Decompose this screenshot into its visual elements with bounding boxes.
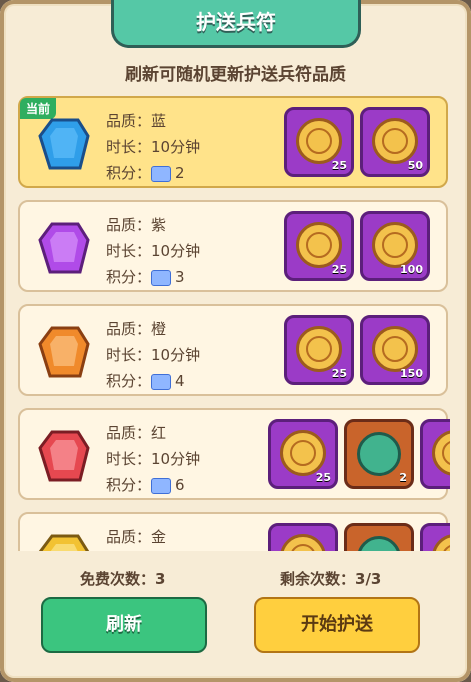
token-card[interactable]: 品质：金 xyxy=(18,512,450,551)
score-value: 6 xyxy=(175,476,185,494)
quality-value: 橙 xyxy=(151,320,167,338)
duration-label: 时长： xyxy=(106,242,152,260)
quality-label: 品质： xyxy=(106,528,152,546)
reward-count: 25 xyxy=(331,159,347,172)
reward-slot[interactable] xyxy=(420,419,450,489)
duration-value: 10分钟 xyxy=(151,242,201,260)
reward-slot[interactable]: 25 xyxy=(284,315,354,385)
start-escort-button[interactable]: 开始护送 xyxy=(254,597,420,653)
title-ribbon: 护送兵符 xyxy=(111,0,361,48)
duration-label: 时长： xyxy=(106,346,152,364)
reward-count: 100 xyxy=(400,263,423,276)
subtitle: 刷新可随机更新护送兵符品质 xyxy=(125,65,346,85)
ticket-icon xyxy=(151,165,172,182)
token-card[interactable]: 品质：红 时长：10分钟 积分： 6 25 2 xyxy=(18,408,450,500)
quality-value: 紫 xyxy=(151,216,167,234)
free-count-label: 免费次数： xyxy=(80,570,156,588)
token-info: 品质：蓝 时长：10分钟 积分： 2 xyxy=(106,108,200,186)
free-count: 免费次数：3 xyxy=(80,568,165,589)
reward-slot[interactable] xyxy=(268,523,338,551)
current-badge: 当前 xyxy=(20,98,57,119)
token-info: 品质：橙 时长：10分钟 积分： 4 xyxy=(106,316,200,394)
reward-row: 25 150 xyxy=(284,315,432,387)
token-card[interactable]: 当前 品质：蓝 时长：10分钟 积分： 2 25 50 xyxy=(18,96,448,188)
reward-row: 25 100 xyxy=(284,211,432,283)
gem-icon xyxy=(38,118,90,170)
token-info: 品质：金 xyxy=(106,524,166,550)
dragon-coin-icon xyxy=(280,430,326,476)
jade-token-icon xyxy=(357,536,401,551)
token-list[interactable]: 当前 品质：蓝 时长：10分钟 积分： 2 25 50 品质：紫 时长：10分钟… xyxy=(18,96,450,551)
gem-icon xyxy=(38,326,90,378)
duration-label: 时长： xyxy=(106,450,152,468)
reward-slot[interactable]: 150 xyxy=(360,315,430,385)
gold-coin-icon xyxy=(372,222,418,268)
ticket-icon xyxy=(151,269,172,286)
quality-value: 金 xyxy=(151,528,167,546)
score-label: 积分： xyxy=(106,268,152,286)
gem-icon xyxy=(38,430,90,482)
reward-slot[interactable] xyxy=(420,523,450,551)
duration-value: 10分钟 xyxy=(151,450,201,468)
quality-label: 品质： xyxy=(106,320,152,338)
dragon-coin-icon xyxy=(296,118,342,164)
reward-count: 25 xyxy=(331,263,347,276)
duration-label: 时长： xyxy=(106,138,152,156)
reward-slot[interactable]: 100 xyxy=(360,211,430,281)
score-label: 积分： xyxy=(106,164,152,182)
refresh-button[interactable]: 刷新 xyxy=(41,597,207,653)
dragon-coin-icon xyxy=(432,430,450,476)
escort-panel: 护送兵符 刷新可随机更新护送兵符品质 当前 品质：蓝 时长：10分钟 积分： 2 … xyxy=(0,0,471,682)
reward-row: 25 2 xyxy=(268,419,450,491)
reward-row xyxy=(268,523,450,551)
reward-count: 150 xyxy=(400,367,423,380)
reward-slot[interactable]: 2 xyxy=(344,419,414,489)
token-info: 品质：红 时长：10分钟 积分： 6 xyxy=(106,420,200,498)
page-title: 护送兵符 xyxy=(196,10,276,34)
score-label: 积分： xyxy=(106,476,152,494)
score-value: 3 xyxy=(175,268,185,286)
reward-slot[interactable]: 25 xyxy=(268,419,338,489)
reward-count: 25 xyxy=(331,367,347,380)
quality-label: 品质： xyxy=(106,424,152,442)
dragon-coin-icon xyxy=(280,534,326,551)
gold-coin-icon xyxy=(372,118,418,164)
reward-slot[interactable]: 50 xyxy=(360,107,430,177)
score-value: 4 xyxy=(175,372,185,390)
score-value: 2 xyxy=(175,164,185,182)
quality-label: 品质： xyxy=(106,112,152,130)
ticket-icon xyxy=(151,373,172,390)
reward-slot[interactable]: 25 xyxy=(284,107,354,177)
jade-token-icon xyxy=(357,432,401,476)
remaining-count-label: 剩余次数： xyxy=(280,570,356,588)
quality-value: 红 xyxy=(151,424,167,442)
remaining-count-value: 3/3 xyxy=(355,570,382,588)
ticket-icon xyxy=(151,477,172,494)
quality-label: 品质： xyxy=(106,216,152,234)
duration-value: 10分钟 xyxy=(151,346,201,364)
gem-icon xyxy=(38,534,90,551)
token-card[interactable]: 品质：橙 时长：10分钟 积分： 4 25 150 xyxy=(18,304,448,396)
token-card[interactable]: 品质：紫 时长：10分钟 积分： 3 25 100 xyxy=(18,200,448,292)
dragon-coin-icon xyxy=(432,534,450,551)
remaining-count: 剩余次数：3/3 xyxy=(280,568,381,589)
reward-slot[interactable]: 25 xyxy=(284,211,354,281)
score-label: 积分： xyxy=(106,372,152,390)
gem-icon xyxy=(38,222,90,274)
reward-count: 2 xyxy=(399,471,407,484)
token-info: 品质：紫 时长：10分钟 积分： 3 xyxy=(106,212,200,290)
free-count-value: 3 xyxy=(155,570,166,588)
quality-value: 蓝 xyxy=(151,112,167,130)
reward-slot[interactable] xyxy=(344,523,414,551)
gold-coin-icon xyxy=(372,326,418,372)
dragon-coin-icon xyxy=(296,326,342,372)
reward-count: 25 xyxy=(315,471,331,484)
dragon-coin-icon xyxy=(296,222,342,268)
reward-row: 25 50 xyxy=(284,107,432,179)
reward-count: 50 xyxy=(407,159,423,172)
duration-value: 10分钟 xyxy=(151,138,201,156)
